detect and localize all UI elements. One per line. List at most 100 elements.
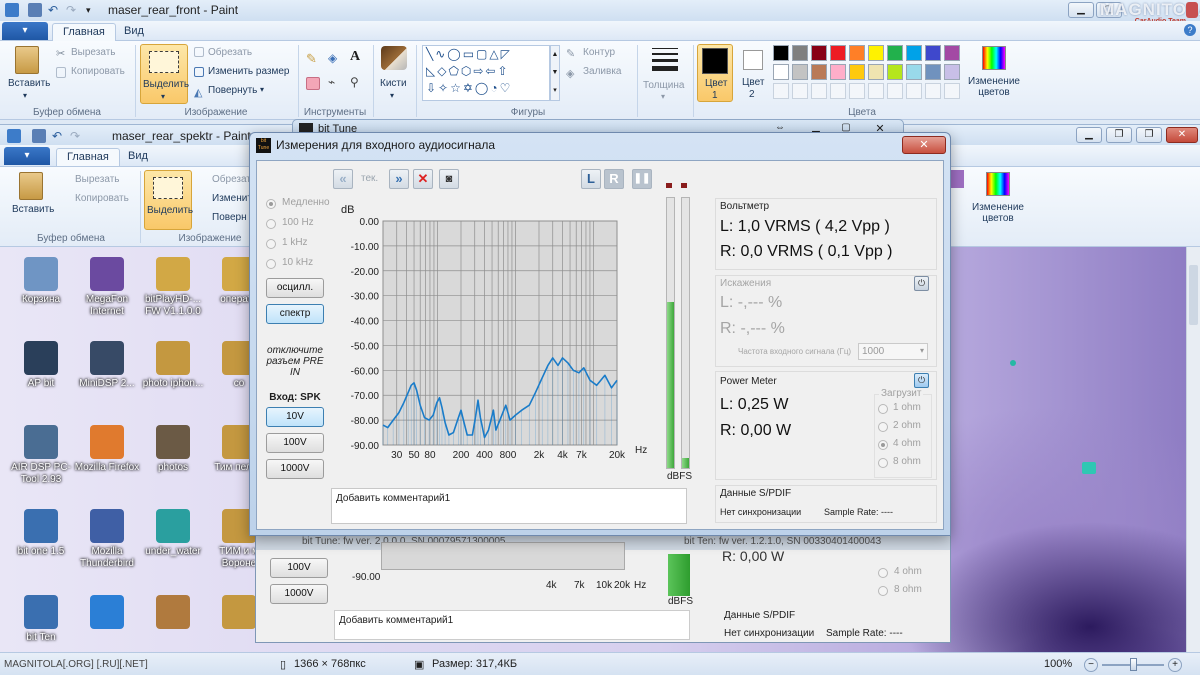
cut-button-2[interactable]: Вырезать <box>75 174 119 185</box>
camera-icon[interactable]: ◙ <box>439 169 459 189</box>
help-icon[interactable]: ? <box>1184 24 1196 36</box>
palette-swatch-empty[interactable] <box>887 83 903 99</box>
zoom-slider[interactable] <box>1102 658 1164 671</box>
comment-field[interactable]: Добавить комментарий1 <box>331 488 687 524</box>
palette-swatch-empty[interactable] <box>925 83 941 99</box>
desktop-icon[interactable]: photo iphon... <box>138 341 208 390</box>
palette-swatch[interactable] <box>792 45 808 61</box>
palette-swatch-empty[interactable] <box>773 83 789 99</box>
palette-swatch[interactable] <box>925 45 941 61</box>
spectrum-button[interactable]: спектр <box>266 304 324 324</box>
desktop-icon[interactable]: bitPlayHD-... FW V1.1.0.0 <box>138 257 208 318</box>
rotate-button-2[interactable]: Поверн <box>212 212 247 223</box>
palette-swatch[interactable] <box>849 45 865 61</box>
restore-button-2[interactable]: ❐ <box>1106 127 1132 143</box>
shapes-scroll[interactable]: ▲ ▼ ▾ <box>550 45 560 101</box>
tab-view-2[interactable]: Вид <box>118 148 158 166</box>
tab-home[interactable]: Главная <box>52 23 116 41</box>
palette-swatch-empty[interactable] <box>868 83 884 99</box>
palette-swatch-empty[interactable] <box>849 83 865 99</box>
power-meter-power-icon[interactable]: ⏻ <box>914 373 929 388</box>
palette-swatch[interactable] <box>773 45 789 61</box>
paste-button[interactable]: Вставить ▾ <box>4 44 50 104</box>
oscilloscope-button[interactable]: осцилл. <box>266 278 324 298</box>
rate-radio[interactable] <box>266 219 276 229</box>
pencil-icon[interactable]: ✎ <box>306 51 320 66</box>
desktop-icon[interactable] <box>72 595 142 632</box>
copy-button[interactable]: Копировать <box>71 66 125 77</box>
bg-comment[interactable]: Добавить комментарий1 <box>334 610 690 640</box>
text-tool-icon[interactable]: A <box>350 49 364 64</box>
fill-button[interactable]: Заливка <box>583 66 622 77</box>
vertical-scrollbar[interactable] <box>1186 247 1200 652</box>
input-frequency-select[interactable]: 1000 ▾ <box>858 343 928 360</box>
desktop-icon[interactable]: under_water <box>138 509 208 558</box>
palette-swatch[interactable] <box>830 64 846 80</box>
desktop-icon[interactable]: Корзина <box>6 257 76 306</box>
close-button[interactable] <box>1186 2 1198 18</box>
file-menu-button[interactable]: ▾ <box>2 22 48 40</box>
palette-swatch-empty[interactable] <box>792 83 808 99</box>
palette-swatch[interactable] <box>792 64 808 80</box>
desktop-icon[interactable]: MiniDSP 2... <box>72 341 142 390</box>
desktop-icon[interactable]: MegaFon Internet <box>72 257 142 318</box>
cut-button[interactable]: Вырезать <box>71 47 115 58</box>
rotate-dropdown-icon[interactable]: ▾ <box>260 85 264 94</box>
distortion-power-icon[interactable]: ⏻ <box>914 276 929 291</box>
eraser-icon[interactable] <box>306 77 320 90</box>
shapes-gallery[interactable]: ╲∿◯▭▢△◸ ◺◇⬠⬡⇨⇦⇧ ⇩✧☆✡◯◔♡ <box>422 45 550 101</box>
desktop-icon[interactable]: AP bit <box>6 341 76 390</box>
load-radio[interactable] <box>878 458 888 468</box>
palette-swatch[interactable] <box>868 64 884 80</box>
left-channel-button[interactable]: L <box>581 169 601 189</box>
fill-bucket-icon[interactable]: ◈ <box>328 51 342 65</box>
palette-swatch[interactable] <box>887 64 903 80</box>
redo-icon[interactable]: ↷ <box>66 3 80 17</box>
palette-swatch[interactable] <box>868 45 884 61</box>
palette-swatch[interactable] <box>906 45 922 61</box>
save-icon[interactable] <box>28 3 42 17</box>
bg-100v-button[interactable]: 100V <box>270 558 328 578</box>
copy-button-2[interactable]: Копировать <box>75 193 129 204</box>
paint-app-icon[interactable] <box>5 3 19 17</box>
input-1000v-button[interactable]: 1000V <box>266 459 324 479</box>
desktop-icon[interactable]: photos <box>138 425 208 474</box>
prev-button[interactable]: « <box>333 169 353 189</box>
load-radio[interactable] <box>878 440 888 450</box>
palette-swatch[interactable] <box>830 45 846 61</box>
palette-swatch[interactable] <box>906 64 922 80</box>
thickness-button[interactable]: Толщина ▾ <box>641 44 689 104</box>
restore-button-2b[interactable]: ❐ <box>1136 127 1162 143</box>
desktop-icon[interactable]: bit one 1.5 <box>6 509 76 558</box>
color-picker-icon[interactable]: ⌁ <box>328 75 342 89</box>
palette-swatch-empty[interactable] <box>811 83 827 99</box>
crop-button[interactable]: Обрезать <box>208 47 252 58</box>
select-button[interactable]: Выделить ▾ <box>140 44 189 104</box>
paste-button-2[interactable]: Вставить <box>8 170 54 230</box>
palette-swatch[interactable] <box>944 64 960 80</box>
desktop-icon[interactable]: Mozilla Thunderbird <box>72 509 142 570</box>
edit-colors-button-2[interactable]: Изменение цветов <box>966 170 1030 230</box>
bg-8ohm-radio[interactable] <box>878 586 888 596</box>
dialog-close-button[interactable]: ✕ <box>902 136 946 154</box>
next-button[interactable]: » <box>389 169 409 189</box>
palette-swatch-empty[interactable] <box>944 83 960 99</box>
brushes-button[interactable]: Кисти ▾ <box>376 44 412 104</box>
desktop-icon[interactable] <box>138 595 208 632</box>
palette-swatch[interactable] <box>944 45 960 61</box>
pause-button[interactable]: ❚❚ <box>632 169 652 189</box>
palette-swatch[interactable] <box>773 64 789 80</box>
zoom-in-button[interactable]: + <box>1168 658 1182 672</box>
bg-1000v-button[interactable]: 1000V <box>270 584 328 604</box>
palette-swatch-empty[interactable] <box>830 83 846 99</box>
scroll-thumb[interactable] <box>1189 265 1198 325</box>
minimize-button[interactable]: ▁ <box>1068 2 1094 18</box>
edit-colors-button[interactable]: Изменение цветов <box>962 44 1026 104</box>
undo-icon[interactable]: ↶ <box>52 129 66 143</box>
desktop-icon[interactable]: Mozilla Firefox <box>72 425 142 474</box>
load-radio[interactable] <box>878 404 888 414</box>
load-radio[interactable] <box>878 422 888 432</box>
zoom-out-button[interactable]: − <box>1084 658 1098 672</box>
desktop-icon[interactable]: bit Ten <box>6 595 76 644</box>
close-button-2[interactable]: ✕ <box>1166 127 1198 143</box>
